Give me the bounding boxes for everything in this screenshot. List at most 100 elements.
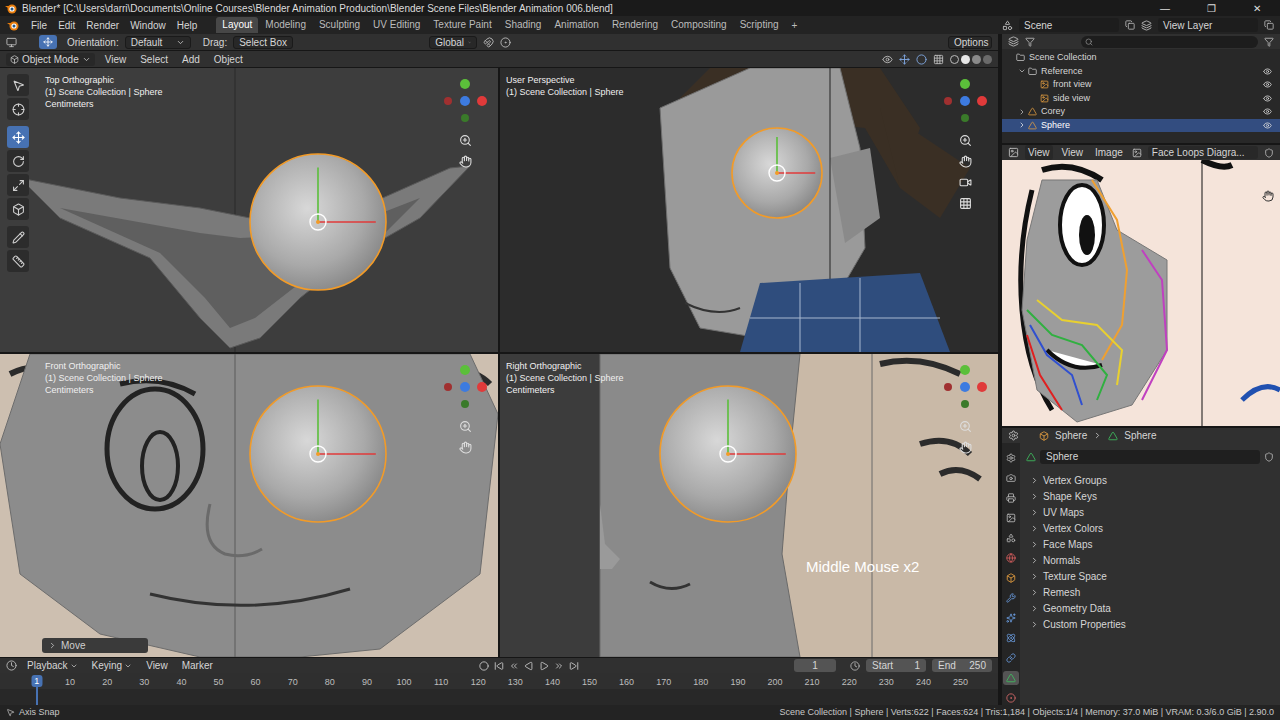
editor-type-icon[interactable]	[1008, 36, 1019, 47]
zoom-icon[interactable]	[959, 134, 972, 147]
outliner-row[interactable]: Corey	[1002, 105, 1280, 119]
navigation-gizmo-icon[interactable]	[440, 76, 490, 126]
viewport-scene[interactable]	[500, 68, 998, 352]
pan-icon[interactable]	[459, 155, 472, 168]
tool-button[interactable]	[7, 150, 29, 172]
end-frame-field[interactable]: End250	[932, 659, 992, 672]
display-mode-icon[interactable]	[1025, 37, 1035, 47]
wireframe-shading-icon[interactable]	[950, 55, 959, 64]
properties-panel[interactable]: Vertex Groups	[1026, 472, 1274, 488]
operator-panel[interactable]: Move	[42, 638, 148, 653]
viewport[interactable]: Front Orthographic(1) Scene Collection |…	[0, 354, 498, 657]
playhead[interactable]: 1	[31, 675, 42, 687]
visibility-icon[interactable]	[1263, 121, 1272, 130]
zoom-icon[interactable]	[459, 420, 472, 433]
tool-button[interactable]	[7, 126, 29, 148]
properties-panel[interactable]: Vertex Colors	[1026, 520, 1274, 536]
playback-control-icon[interactable]	[569, 661, 579, 671]
outliner-row[interactable]: front view	[1002, 78, 1280, 92]
expand-icon[interactable]	[1018, 67, 1026, 75]
viewport-scene[interactable]	[0, 68, 498, 352]
visibility-icon[interactable]	[1263, 94, 1272, 103]
viewport-scene[interactable]	[0, 354, 498, 657]
add-workspace-button[interactable]: +	[786, 18, 804, 33]
playback-control-icon[interactable]	[524, 661, 534, 671]
expand-icon[interactable]	[1018, 121, 1026, 129]
perspective-toggle-icon[interactable]	[959, 197, 972, 210]
copy-icon[interactable]	[1125, 20, 1135, 30]
sphere-object[interactable]	[732, 128, 822, 218]
playback-control-icon[interactable]	[479, 661, 489, 671]
tool-button[interactable]	[7, 74, 29, 96]
current-frame-field[interactable]: 1	[794, 659, 836, 672]
properties-panel[interactable]: Geometry Data	[1026, 600, 1274, 616]
viewport[interactable]: User Perspective(1) Scene Collection | S…	[500, 68, 998, 352]
menu-item[interactable]: Help	[172, 18, 203, 33]
start-frame-field[interactable]: Start1	[866, 659, 926, 672]
visibility-icon[interactable]	[1263, 67, 1272, 76]
pan-icon[interactable]	[959, 441, 972, 454]
properties-tab[interactable]	[1003, 691, 1019, 705]
timeline-menu-item[interactable]: View	[142, 658, 172, 673]
sphere-object[interactable]	[250, 386, 386, 522]
menu-item[interactable]: Window	[125, 18, 171, 33]
image-editor-menu-item[interactable]: Image	[1092, 145, 1126, 160]
editor-type-icon[interactable]	[1008, 430, 1019, 441]
overlays-icon[interactable]	[916, 54, 927, 65]
zoom-icon[interactable]	[459, 134, 472, 147]
zoom-icon[interactable]	[959, 420, 972, 433]
pan-icon[interactable]	[459, 441, 472, 454]
workspace-tab[interactable]: Shading	[499, 17, 548, 33]
properties-panel[interactable]: Normals	[1026, 552, 1274, 568]
outliner-row[interactable]: Scene Collection	[1002, 51, 1280, 65]
viewport-menu-item[interactable]: View	[101, 52, 131, 67]
scene-field[interactable]: Scene	[1019, 18, 1119, 32]
window-control-button[interactable]: ❐	[1188, 0, 1234, 16]
navigation-gizmo-icon[interactable]	[440, 362, 490, 412]
image-editor-menu-item[interactable]: View	[1025, 145, 1053, 160]
copy-icon[interactable]	[1264, 20, 1274, 30]
properties-tab[interactable]	[1003, 551, 1019, 565]
image-browse-icon[interactable]	[1132, 148, 1142, 158]
preview-range-icon[interactable]	[850, 661, 860, 671]
pan-icon[interactable]	[959, 155, 972, 168]
playback-control-icon[interactable]	[494, 661, 504, 671]
properties-panel[interactable]: Shape Keys	[1026, 488, 1274, 504]
playback-control-icon[interactable]	[509, 661, 519, 671]
workspace-tab[interactable]: Scripting	[734, 17, 785, 33]
filter-icon[interactable]	[1264, 37, 1274, 47]
image-editor-menu-item[interactable]: View	[1059, 145, 1087, 160]
properties-panel[interactable]: Custom Properties	[1026, 616, 1274, 632]
transform-orientation-dropdown[interactable]: Global	[429, 36, 477, 49]
pan-icon[interactable]	[1262, 190, 1274, 202]
properties-tab[interactable]	[1003, 591, 1019, 605]
viewport[interactable]: Right Orthographic(1) Scene Collection |…	[500, 354, 998, 657]
viewport-scene[interactable]	[500, 354, 998, 657]
sphere-object[interactable]	[660, 386, 796, 522]
outliner-row[interactable]: Reference	[1002, 65, 1280, 79]
properties-tab[interactable]	[1003, 451, 1019, 465]
properties-tab[interactable]	[1003, 651, 1019, 665]
rendered-shading-icon[interactable]	[983, 55, 992, 64]
viewport-menu-item[interactable]: Select	[136, 52, 172, 67]
workspace-tab[interactable]: Animation	[548, 17, 604, 33]
gizmo-icon[interactable]	[899, 54, 910, 65]
tool-button[interactable]	[7, 98, 29, 120]
proportional-edit-icon[interactable]	[500, 37, 511, 48]
visibility-icon[interactable]	[1263, 107, 1272, 116]
properties-tab[interactable]	[1003, 671, 1019, 685]
window-control-button[interactable]: —	[1142, 0, 1188, 16]
image-name-field[interactable]: Face Loops Diagra...	[1148, 146, 1258, 159]
tool-button[interactable]	[7, 198, 29, 220]
datablock-field[interactable]: Sphere	[1040, 450, 1260, 464]
expand-icon[interactable]	[1018, 108, 1026, 116]
options-dropdown[interactable]: Options	[948, 36, 992, 49]
workspace-tab[interactable]: Rendering	[606, 17, 664, 33]
view-layer-field[interactable]: View Layer	[1158, 18, 1258, 32]
outliner-search[interactable]	[1081, 36, 1258, 48]
properties-tab[interactable]	[1003, 631, 1019, 645]
workspace-tab[interactable]: Sculpting	[313, 17, 366, 33]
drag-dropdown[interactable]: Select Box	[233, 36, 293, 49]
tool-button[interactable]	[7, 174, 29, 196]
properties-tab[interactable]	[1003, 511, 1019, 525]
